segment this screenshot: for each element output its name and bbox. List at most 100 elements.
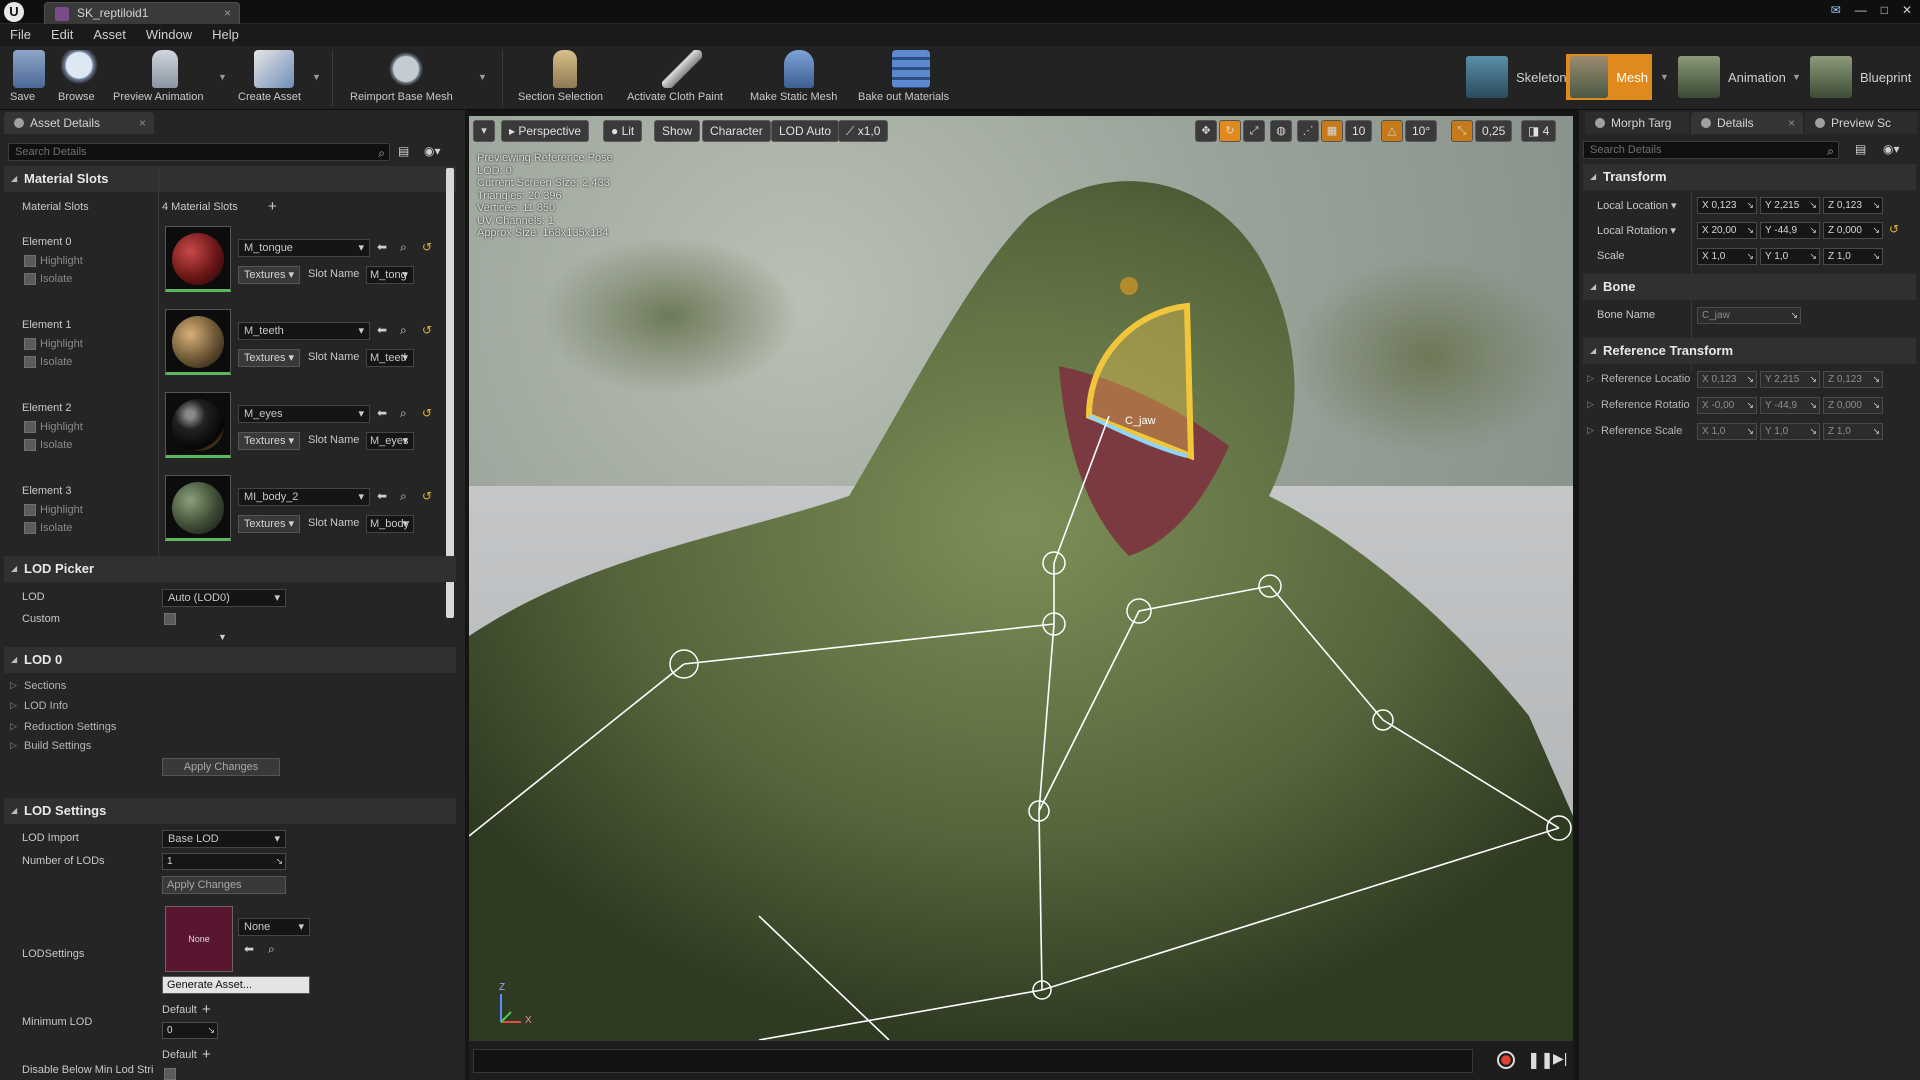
- reset-icon[interactable]: ↺: [1889, 222, 1899, 236]
- generate-asset-button[interactable]: Generate Asset...: [162, 976, 310, 994]
- highlight-checkbox[interactable]: [24, 255, 36, 267]
- highlight-checkbox[interactable]: [24, 504, 36, 516]
- maximize-button[interactable]: □: [1881, 3, 1888, 17]
- world-local-icon[interactable]: ◍: [1270, 120, 1292, 142]
- highlight-checkbox[interactable]: [24, 421, 36, 433]
- translate-icon[interactable]: ✥: [1195, 120, 1217, 142]
- eye-icon[interactable]: ◉▾: [1883, 142, 1900, 156]
- eye-icon[interactable]: ◉▾: [424, 144, 441, 158]
- lod-combo[interactable]: Auto (LOD0): [162, 589, 286, 607]
- mode-skeleton[interactable]: Skeleton: [1462, 54, 1571, 100]
- custom-checkbox[interactable]: [164, 613, 176, 625]
- mesh-dropdown-icon[interactable]: ▼: [1660, 72, 1669, 82]
- bake-out-materials-button[interactable]: Bake out Materials: [858, 50, 964, 103]
- save-button[interactable]: Save: [10, 50, 48, 103]
- local-location-label[interactable]: Local Location ▾: [1597, 199, 1677, 212]
- scale-x[interactable]: X 1,0: [1697, 248, 1757, 265]
- material-thumbnail[interactable]: [165, 475, 231, 541]
- reset-icon[interactable]: ↺: [422, 323, 432, 337]
- local-rotation-y[interactable]: Y -44,9: [1760, 222, 1820, 239]
- right-search-input[interactable]: Search Details ⌕: [1583, 141, 1839, 159]
- playback-speed-button[interactable]: ⟋ x1,0: [838, 120, 889, 142]
- grid-snap-icon[interactable]: ▦: [1321, 120, 1343, 142]
- reference-scale-label[interactable]: Reference Scale: [1587, 425, 1682, 437]
- view-options-icon[interactable]: ▤: [398, 144, 409, 158]
- rotate-icon[interactable]: ↻: [1219, 120, 1241, 142]
- use-selected-arrow-icon[interactable]: ⬅: [377, 406, 387, 420]
- bone-header[interactable]: Bone: [1583, 274, 1916, 300]
- lodsettings-combo[interactable]: None: [238, 918, 310, 936]
- material-combo[interactable]: M_teeth: [238, 322, 370, 340]
- mode-animation[interactable]: Animation: [1674, 54, 1790, 100]
- disable-below-min-lod-checkbox[interactable]: [164, 1068, 176, 1080]
- close-tab-icon[interactable]: ×: [1788, 112, 1795, 134]
- close-tab-icon[interactable]: ×: [139, 112, 146, 134]
- preview-animation-button[interactable]: Preview Animation: [113, 50, 217, 103]
- viewport[interactable]: C_jaw ▾ ▸ Perspective ● Lit Show Charact…: [469, 116, 1573, 1040]
- camera-speed-button[interactable]: ◨ 4: [1521, 120, 1557, 142]
- reset-icon[interactable]: ↺: [422, 406, 432, 420]
- left-scrollbar[interactable]: [446, 168, 454, 618]
- slot-name-field[interactable]: M_tong: [366, 266, 414, 284]
- build-settings-item[interactable]: Build Settings: [10, 740, 91, 752]
- reimport-dropdown-icon[interactable]: ▼: [478, 72, 487, 82]
- reference-transform-header[interactable]: Reference Transform: [1583, 338, 1916, 364]
- show-button[interactable]: Show: [654, 120, 701, 142]
- grid-snap-value[interactable]: 10: [1345, 120, 1373, 142]
- material-combo[interactable]: M_eyes: [238, 405, 370, 423]
- pause-icon[interactable]: ❚❚: [1527, 1050, 1554, 1070]
- make-static-mesh-button[interactable]: Make Static Mesh: [750, 50, 848, 103]
- material-thumbnail[interactable]: [165, 226, 231, 292]
- close-tab-icon[interactable]: ×: [224, 3, 231, 24]
- menu-window[interactable]: Window: [146, 24, 192, 46]
- scale-snap-icon[interactable]: ⤡: [1451, 120, 1473, 142]
- reduction-settings-item[interactable]: Reduction Settings: [10, 721, 116, 733]
- lod0-header[interactable]: LOD 0: [4, 647, 456, 673]
- lod-picker-header[interactable]: LOD Picker: [4, 556, 456, 582]
- reference-rotation-label[interactable]: Reference Rotatio: [1587, 399, 1690, 411]
- slot-name-field[interactable]: M_eyes: [366, 432, 414, 450]
- browse-button[interactable]: Browse: [58, 50, 104, 103]
- isolate-checkbox[interactable]: [24, 356, 36, 368]
- notification-icon[interactable]: ✉: [1831, 3, 1841, 17]
- mode-mesh[interactable]: Mesh: [1566, 54, 1652, 100]
- menu-edit[interactable]: Edit: [51, 24, 73, 46]
- use-selected-arrow-icon[interactable]: ⬅: [244, 942, 254, 956]
- highlight-checkbox[interactable]: [24, 338, 36, 350]
- lod-info-item[interactable]: LOD Info: [10, 700, 68, 712]
- local-location-x[interactable]: X 0,123: [1697, 197, 1757, 214]
- menu-asset[interactable]: Asset: [93, 24, 126, 46]
- record-icon[interactable]: [1497, 1051, 1515, 1069]
- browse-search-icon[interactable]: ⌕: [400, 406, 407, 421]
- use-selected-arrow-icon[interactable]: ⬅: [377, 323, 387, 337]
- tab-preview-scene[interactable]: Preview Sc: [1805, 112, 1917, 134]
- use-selected-arrow-icon[interactable]: ⬅: [377, 240, 387, 254]
- local-location-y[interactable]: Y 2,215: [1760, 197, 1820, 214]
- material-combo[interactable]: M_tongue: [238, 239, 370, 257]
- slot-name-field[interactable]: M_teetl: [366, 349, 414, 367]
- view-options-icon[interactable]: ▤: [1855, 142, 1866, 156]
- scale-z[interactable]: Z 1,0: [1823, 248, 1883, 265]
- create-asset-button[interactable]: Create Asset: [238, 50, 310, 103]
- close-button[interactable]: ✕: [1902, 3, 1912, 17]
- reimport-base-mesh-button[interactable]: Reimport Base Mesh: [350, 50, 462, 103]
- lod-settings-header[interactable]: LOD Settings: [4, 798, 456, 824]
- lodsettings-thumbnail[interactable]: None: [165, 906, 233, 972]
- scale-snap-value[interactable]: 0,25: [1475, 120, 1513, 142]
- step-forward-icon[interactable]: ▶|: [1553, 1050, 1567, 1067]
- minimize-button[interactable]: —: [1855, 3, 1867, 17]
- local-location-z[interactable]: Z 0,123: [1823, 197, 1883, 214]
- character-button[interactable]: Character: [702, 120, 771, 142]
- use-selected-arrow-icon[interactable]: ⬅: [377, 489, 387, 503]
- isolate-checkbox[interactable]: [24, 439, 36, 451]
- add-icon[interactable]: +: [268, 198, 277, 215]
- menu-file[interactable]: File: [10, 24, 31, 46]
- number-of-lods-field[interactable]: 1: [162, 853, 286, 870]
- section-selection-button[interactable]: Section Selection: [518, 50, 612, 103]
- mode-blueprint[interactable]: Blueprint: [1806, 54, 1915, 100]
- perspective-button[interactable]: ▸ Perspective: [501, 120, 590, 142]
- browse-search-icon[interactable]: ⌕: [400, 489, 407, 504]
- isolate-checkbox[interactable]: [24, 522, 36, 534]
- lod-auto-button[interactable]: LOD Auto: [771, 120, 840, 142]
- transform-header[interactable]: Transform: [1583, 164, 1916, 190]
